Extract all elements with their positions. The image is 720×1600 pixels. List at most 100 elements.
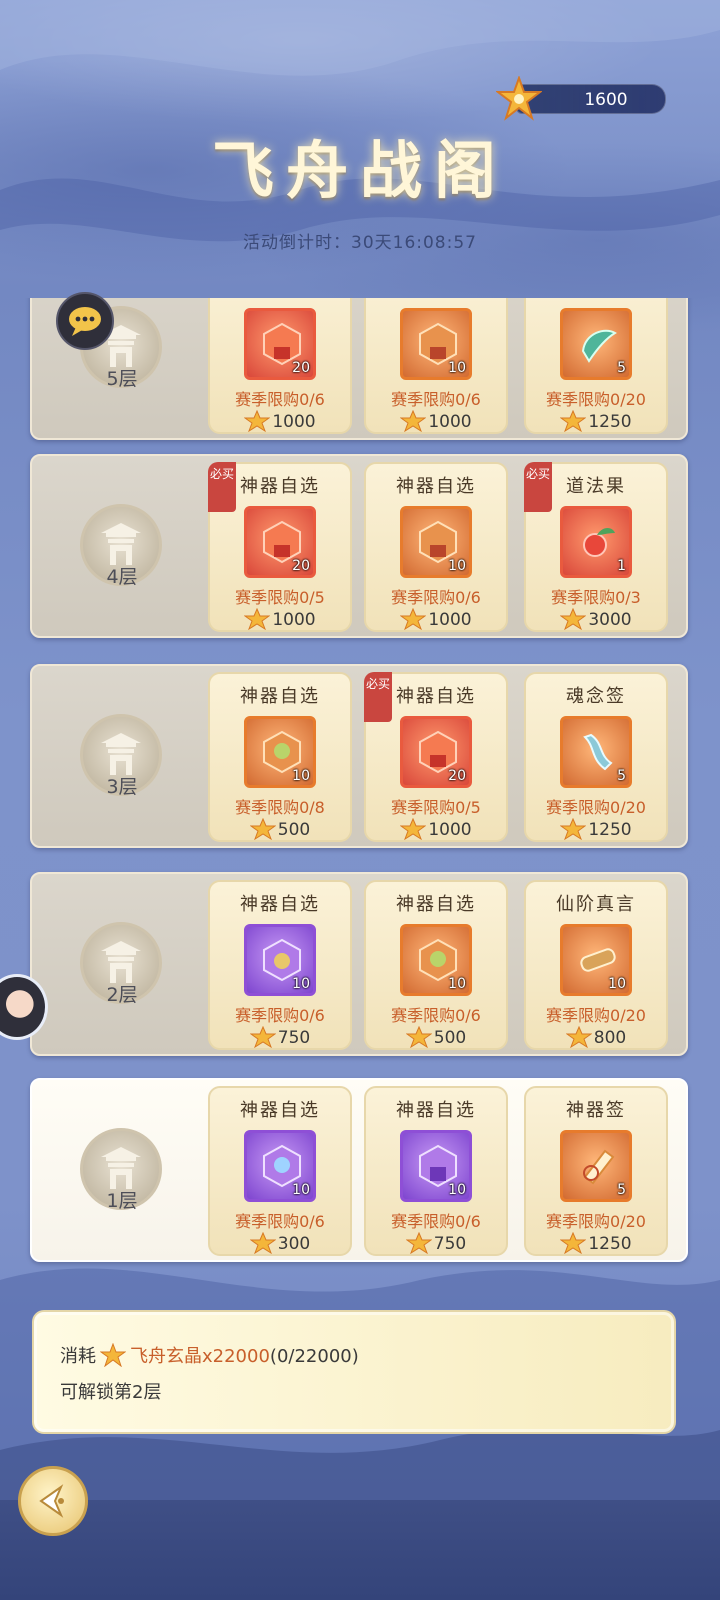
maple-star-icon [496, 76, 542, 121]
shop-item-card[interactable]: 10 赛季限购0/6 1000 [364, 298, 508, 434]
cost-progress: (0/22000) [269, 1346, 359, 1367]
price-value: 1000 [428, 820, 472, 840]
floor-label: 4层 [106, 566, 138, 588]
item-quantity: 20 [292, 360, 310, 376]
shop-item-card[interactable]: 5 赛季限购0/20 1250 [524, 298, 668, 434]
purchase-limit: 赛季限购0/8 [235, 798, 325, 817]
floor-label: 5层 [106, 368, 138, 390]
item-quantity: 20 [292, 558, 310, 574]
purchase-limit: 赛季限购0/5 [391, 798, 481, 817]
price-value: 750 [277, 1028, 311, 1048]
price-value: 1000 [272, 412, 316, 432]
bottom-bar [0, 1500, 720, 1600]
shop-item-card[interactable]: 神器自选 10 赛季限购0/6 1000 [364, 462, 508, 632]
item-icon: 10 [244, 924, 316, 996]
shop-item-card[interactable]: 神器自选 10 赛季限购0/6 750 [364, 1086, 508, 1256]
item-quantity: 5 [617, 1182, 626, 1198]
item-name: 仙阶真言 [556, 894, 636, 915]
maple-star-icon [560, 410, 587, 432]
purchase-limit: 赛季限购0/6 [391, 1006, 481, 1025]
floor-label: 3层 [106, 776, 138, 798]
item-price: 500 [210, 818, 350, 840]
purchase-limit: 赛季限购0/20 [546, 798, 646, 817]
soul-scroll-icon [583, 733, 613, 771]
floor-row-4: 4层 必买 神器自选 20 赛季限购0/5 1000 神器自选 10 赛季限购0… [30, 454, 688, 638]
floor-row-3: 3层 神器自选 10 赛季限购0/8 500 必买 神器自选 20 赛季限购0/… [30, 664, 688, 848]
price-value: 300 [277, 1234, 311, 1254]
shop-item-card[interactable]: 必买 道法果 1 赛季限购0/3 3000 [524, 462, 668, 632]
floor-row-5: 5层 20 赛季限购0/6 1000 10 赛季限购0/6 1000 5 赛季限… [30, 298, 688, 440]
maple-star-icon [249, 1232, 276, 1254]
shop-item-card[interactable]: 必买 神器自选 20 赛季限购0/5 1000 [364, 672, 508, 842]
cost-prefix: 消耗 [60, 1346, 96, 1367]
item-price: 750 [210, 1026, 350, 1048]
dao-fruit-icon [583, 528, 615, 557]
shop-item-card[interactable]: 神器自选 10 赛季限购0/8 500 [208, 672, 352, 842]
item-name: 神器自选 [396, 686, 476, 707]
item-icon: 1 [560, 506, 632, 578]
page-title: 飞舟战阁 [211, 134, 508, 207]
purchase-limit: 赛季限购0/20 [546, 1212, 646, 1231]
shop-item-card[interactable]: 仙阶真言 10 赛季限购0/20 800 [524, 880, 668, 1050]
chat-button[interactable] [56, 292, 114, 350]
item-icon: 10 [400, 924, 472, 996]
item-icon: 5 [560, 308, 632, 380]
shop-item-card[interactable]: 魂念签 5 赛季限购0/20 1250 [524, 672, 668, 842]
price-value: 1250 [588, 1234, 632, 1254]
floor-label: 1层 [106, 1190, 138, 1212]
purchase-limit: 赛季限购0/6 [235, 1212, 325, 1231]
floor-row-1: 1层 神器自选 10 赛季限购0/6 300 神器自选 10 赛季限购0/6 7… [30, 1078, 688, 1262]
chat-bubble-icon [69, 307, 101, 336]
back-button[interactable] [18, 1466, 88, 1536]
item-quantity: 10 [448, 558, 466, 574]
item-price: 1000 [210, 608, 350, 630]
floor-label: 2层 [106, 984, 138, 1006]
price-value: 500 [277, 820, 311, 840]
maple-star-icon [244, 608, 271, 630]
artifact-scroll-icon [583, 1149, 615, 1185]
maple-star-icon [565, 1026, 592, 1048]
item-icon: 10 [400, 506, 472, 578]
shop-item-card[interactable]: 必买 神器自选 20 赛季限购0/5 1000 [208, 462, 352, 632]
maple-star-icon [400, 818, 427, 840]
item-name: 神器自选 [396, 1100, 476, 1121]
item-icon: 10 [400, 308, 472, 380]
item-quantity: 5 [617, 768, 626, 784]
item-quantity: 10 [292, 768, 310, 784]
item-price: 1250 [526, 410, 666, 432]
shop-item-card[interactable]: 神器签 5 赛季限购0/20 1250 [524, 1086, 668, 1256]
floor-list[interactable]: 5层 20 赛季限购0/6 1000 10 赛季限购0/6 1000 5 赛季限… [0, 298, 720, 1288]
purchase-limit: 赛季限购0/3 [551, 588, 641, 607]
shop-item-card[interactable]: 20 赛季限购0/6 1000 [208, 298, 352, 434]
item-price: 1000 [210, 410, 350, 432]
item-quantity: 20 [448, 768, 466, 784]
item-price: 500 [366, 1026, 506, 1048]
item-icon: 10 [244, 716, 316, 788]
unlock-hint: 可解锁第2层 [60, 1382, 162, 1403]
item-icon: 10 [560, 924, 632, 996]
purchase-limit: 赛季限购0/6 [235, 1006, 325, 1025]
maple-star-icon [400, 410, 427, 432]
item-name: 道法果 [566, 476, 626, 497]
price-value: 1000 [428, 610, 472, 630]
item-icon: 5 [560, 1130, 632, 1202]
cost-material: 飞舟玄晶x22000 [130, 1346, 270, 1367]
item-price: 1000 [366, 410, 506, 432]
shop-item-card[interactable]: 神器自选 10 赛季限购0/6 300 [208, 1086, 352, 1256]
price-value: 750 [433, 1234, 467, 1254]
event-countdown: 活动倒计时：30天16:08:57 [243, 233, 477, 253]
shop-item-card[interactable]: 神器自选 10 赛季限购0/6 750 [208, 880, 352, 1050]
item-price: 1000 [366, 608, 506, 630]
item-price: 800 [526, 1026, 666, 1048]
price-value: 500 [433, 1028, 467, 1048]
item-price: 1250 [526, 818, 666, 840]
price-value: 800 [593, 1028, 627, 1048]
purchase-limit: 赛季限购0/6 [235, 390, 325, 409]
shop-item-card[interactable]: 神器自选 10 赛季限购0/6 500 [364, 880, 508, 1050]
price-value: 1000 [428, 412, 472, 432]
purchase-limit: 赛季限购0/6 [391, 1212, 481, 1231]
item-price: 750 [366, 1232, 506, 1254]
purchase-limit: 赛季限购0/6 [391, 588, 481, 607]
maple-star-icon [244, 410, 271, 432]
item-price: 1250 [526, 1232, 666, 1254]
